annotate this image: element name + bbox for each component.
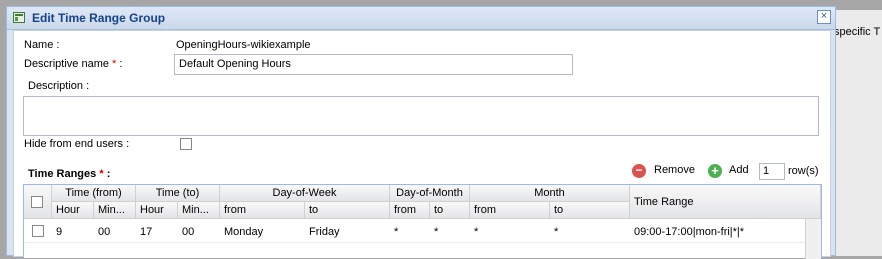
grid-scrollbar[interactable] (805, 219, 821, 259)
required-marker: * (99, 168, 104, 180)
header-time-range: Time Range (630, 185, 821, 219)
form-icon (13, 12, 25, 23)
label-colon: : (119, 58, 123, 70)
time-ranges-label-text: Time Ranges (28, 168, 97, 180)
rows-suffix-label: row(s) (788, 165, 819, 177)
cell-time-range: 09:00-17:00|mon-fri|*|* (634, 226, 745, 238)
add-icon[interactable]: + (708, 164, 722, 178)
subheader-month-from[interactable]: from (470, 202, 550, 219)
background-panel (832, 10, 882, 256)
dialog-titlebar[interactable]: Edit Time Range Group × (7, 7, 835, 30)
descriptive-name-label-text: Descriptive name (24, 58, 109, 70)
subheader-label: Min... (98, 204, 125, 216)
subheader-label: Min... (182, 204, 209, 216)
subheader-hour-from[interactable]: Hour (52, 202, 94, 219)
header-day-of-week: Day-of-Week (220, 185, 390, 202)
cell-dom-to[interactable]: * (434, 226, 438, 238)
subheader-dow-from[interactable]: from (220, 202, 305, 219)
subheader-label: to (554, 204, 564, 216)
label-colon: : (106, 168, 111, 180)
time-ranges-label: Time Ranges * : (28, 168, 110, 180)
cell-min-from[interactable]: 00 (98, 226, 110, 238)
subheader-dom-from[interactable]: from (390, 202, 430, 219)
background-text: specific T (834, 26, 881, 38)
subheader-label: Hour (140, 204, 164, 216)
header-time-range-label: Time Range (634, 196, 694, 208)
descriptive-name-label: Descriptive name * : (24, 58, 122, 70)
subheader-dow-to[interactable]: to (305, 202, 390, 219)
name-label: Name : (24, 39, 60, 51)
subheader-month-to[interactable]: to (550, 202, 630, 219)
cell-hour-from[interactable]: 9 (56, 226, 62, 238)
header-month: Month (470, 185, 630, 202)
select-all-checkbox[interactable] (31, 196, 43, 208)
row-divider (24, 242, 806, 243)
subheader-hour-to[interactable]: Hour (136, 202, 178, 219)
subheader-dom-to[interactable]: to (430, 202, 470, 219)
subheader-label: from (394, 204, 416, 216)
remove-button[interactable]: Remove (654, 164, 695, 176)
edit-time-range-group-dialog: Edit Time Range Group × Name : OpeningHo… (6, 6, 836, 259)
close-button[interactable]: × (817, 10, 831, 24)
cell-hour-to[interactable]: 17 (140, 226, 152, 238)
subheader-label: to (309, 204, 319, 216)
description-textarea[interactable] (23, 96, 819, 136)
cell-dow-from[interactable]: Monday (224, 226, 263, 238)
subheader-label: to (434, 204, 444, 216)
hide-from-end-users-checkbox[interactable] (180, 138, 192, 150)
description-label: Description : (28, 80, 90, 92)
cell-month-from[interactable]: * (474, 226, 478, 238)
cell-dom-from[interactable]: * (394, 226, 398, 238)
add-button[interactable]: Add (729, 164, 749, 176)
rows-count-input[interactable]: 1 (759, 163, 785, 180)
dialog-body: Name : OpeningHours-wikiexample Descript… (13, 30, 831, 259)
remove-icon[interactable]: − (632, 164, 646, 178)
select-all-header (24, 185, 52, 219)
descriptive-name-input[interactable]: Default Opening Hours (174, 54, 573, 75)
time-ranges-grid: Time (from) Time (to) Day-of-Week Day-of… (23, 184, 822, 259)
subheader-label: from (224, 204, 246, 216)
header-day-of-month: Day-of-Month (390, 185, 470, 202)
subheader-min-to[interactable]: Min... (178, 202, 220, 219)
name-value: OpeningHours-wikiexample (176, 39, 311, 51)
dialog-title: Edit Time Range Group (32, 11, 166, 25)
hide-from-end-users-label: Hide from end users : (24, 138, 130, 150)
cell-dow-to[interactable]: Friday (309, 226, 340, 238)
subheader-min-from[interactable]: Min... (94, 202, 136, 219)
subheader-label: Hour (56, 204, 80, 216)
required-marker: * (112, 58, 117, 70)
cell-month-to[interactable]: * (554, 226, 558, 238)
row-checkbox[interactable] (32, 225, 44, 237)
header-time-to: Time (to) (136, 185, 220, 202)
subheader-label: from (474, 204, 496, 216)
cell-min-to[interactable]: 00 (182, 226, 194, 238)
header-time-from: Time (from) (52, 185, 136, 202)
